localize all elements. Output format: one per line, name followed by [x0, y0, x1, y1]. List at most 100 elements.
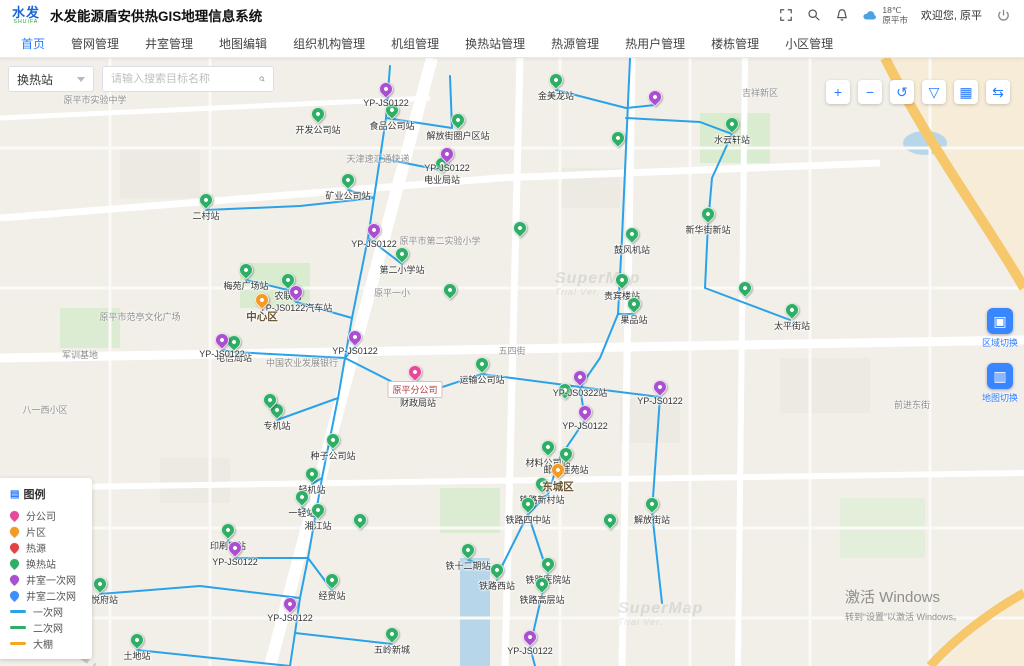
legend-label: 一次网 [33, 604, 63, 619]
marker-label: 解放街圈户区站 [426, 129, 489, 142]
legend-pin-icon [8, 509, 21, 522]
legend-item-热源[interactable]: 热源 [10, 539, 82, 555]
marker-label: 原平分公司 [387, 381, 442, 398]
marker-label: YP-JS0122 [199, 349, 245, 359]
legend-items: 分公司片区热源换热站井室一次网井室二次网一次网二次网大棚 [10, 507, 82, 651]
legend-item-井室二次网[interactable]: 井室二次网 [10, 587, 82, 603]
welcome-text: 欢迎您, 原平 [921, 7, 982, 23]
nav-tabs: 首页管网管理井室管理地图编辑组织机构管理机组管理换热站管理热源管理热用户管理楼栋… [0, 30, 1024, 58]
marker-label: YP-JS0122 [507, 646, 553, 656]
tab-首页[interactable]: 首页 [8, 30, 58, 57]
legend-line-icon [10, 642, 26, 645]
cloud-icon [862, 9, 878, 21]
map-switch-label: 地图切换 [982, 391, 1018, 404]
tab-楼栋管理[interactable]: 楼栋管理 [698, 30, 772, 57]
reset-view-button[interactable]: ↺ [890, 80, 914, 104]
map-canvas[interactable]: SuperMap Trial Ver. SuperMap Trial Ver. … [0, 58, 1024, 666]
legend-label: 井室一次网 [26, 572, 76, 587]
tab-井室管理[interactable]: 井室管理 [132, 30, 206, 57]
legend-pin-icon [8, 573, 21, 586]
pipe-network-layer [0, 58, 1024, 666]
marker-label: 经贸站 [318, 589, 345, 602]
layers-button[interactable]: ▦ [954, 80, 978, 104]
tab-机组管理[interactable]: 机组管理 [378, 30, 452, 57]
legend-label: 热源 [26, 540, 46, 555]
map-controls: +−↺ ▽ ▦ ⇆ [826, 80, 1010, 104]
marker-label: 铁十二期站 [445, 559, 490, 572]
marker-label: 二村站 [192, 209, 219, 222]
legend-label: 大棚 [33, 636, 53, 651]
fullscreen-icon[interactable] [778, 8, 793, 23]
app-header: 水发 SHUIFA 水发能源盾安供热GIS地理信息系统 18℃ 原平市 欢迎您,… [0, 0, 1024, 30]
marker-label: 水云轩站 [714, 133, 750, 146]
logout-icon[interactable] [995, 7, 1012, 24]
marker-label: YP-JS0122 [332, 346, 378, 356]
marker-label: 铁路西站 [479, 579, 515, 592]
marker-label: YP-JS0322站 [553, 386, 608, 399]
legend-pin-icon [8, 541, 21, 554]
tab-热用户管理[interactable]: 热用户管理 [612, 30, 698, 57]
marker-label: 种子公司站 [310, 449, 355, 462]
tab-小区管理[interactable]: 小区管理 [772, 30, 846, 57]
marker-label: 电业局站 [424, 173, 460, 186]
legend-item-大棚[interactable]: 大棚 [10, 635, 82, 651]
area-switch-icon: ▣ [987, 308, 1013, 334]
shuifa-logo: 水发 SHUIFA [12, 6, 40, 25]
tab-热源管理[interactable]: 热源管理 [538, 30, 612, 57]
legend-item-二次网[interactable]: 二次网 [10, 619, 82, 635]
marker-label: 土地站 [123, 649, 150, 662]
measure-button[interactable]: ⇆ [986, 80, 1010, 104]
marker-label: 铁路高层站 [519, 593, 564, 606]
search-icon[interactable] [259, 73, 265, 85]
tab-换热站管理[interactable]: 换热站管理 [452, 30, 538, 57]
page-title: 水发能源盾安供热GIS地理信息系统 [50, 5, 262, 25]
marker-label: 梅苑广场站 [223, 279, 268, 292]
zoom-in-button[interactable]: + [826, 80, 850, 104]
marker-label: 东城区 [542, 479, 574, 494]
legend-panel: ▤ 图例 分公司片区热源换热站井室一次网井室二次网一次网二次网大棚 [0, 478, 92, 659]
marker-label: 中心区 [246, 309, 278, 324]
map-switch-button[interactable]: ▥ 地图切换 [982, 363, 1018, 404]
marker-label: 鼓风机站 [614, 243, 650, 256]
map-toolbar: 换热站 [8, 66, 274, 92]
marker-label: YP-JS0122 [424, 163, 470, 173]
legend-label: 分公司 [26, 508, 56, 523]
marker-label: YP-JS0122 [637, 396, 683, 406]
marker-label: 解放街站 [634, 513, 670, 526]
search-icon[interactable] [806, 8, 821, 23]
temperature: 18℃ [882, 5, 908, 15]
legend-item-分公司[interactable]: 分公司 [10, 507, 82, 523]
tab-组织机构管理[interactable]: 组织机构管理 [280, 30, 378, 57]
zoom-out-button[interactable]: − [858, 80, 882, 104]
legend-item-井室一次网[interactable]: 井室一次网 [10, 571, 82, 587]
map-search-box [102, 66, 274, 92]
layer-type-value: 换热站 [17, 71, 53, 88]
legend-icon: ▤ [10, 489, 19, 500]
chevron-down-icon [77, 77, 85, 82]
marker-label: 金美龙站 [538, 89, 574, 102]
map-switch-icon: ▥ [987, 363, 1013, 389]
logo-subtext: SHUIFA [14, 19, 39, 24]
marker-label: YP-JS0122 [562, 421, 608, 431]
filter-button[interactable]: ▽ [922, 80, 946, 104]
tab-管网管理[interactable]: 管网管理 [58, 30, 132, 57]
bell-icon[interactable] [834, 8, 849, 23]
marker-label: YP-JS0122 [267, 613, 313, 623]
logo-text: 水发 [12, 6, 40, 19]
layer-type-select[interactable]: 换热站 [8, 66, 94, 92]
marker-label: 专机站 [263, 419, 290, 432]
legend-item-换热站[interactable]: 换热站 [10, 555, 82, 571]
marker-label: YP-JS0122 [363, 98, 409, 108]
legend-item-片区[interactable]: 片区 [10, 523, 82, 539]
marker-label: 新华街新站 [685, 223, 730, 236]
legend-pin-icon [8, 525, 21, 538]
tab-地图编辑[interactable]: 地图编辑 [206, 30, 280, 57]
marker-label: 运输公司站 [459, 373, 504, 386]
area-switch-button[interactable]: ▣区域切换 [982, 308, 1018, 349]
legend-label: 片区 [26, 524, 46, 539]
legend-item-一次网[interactable]: 一次网 [10, 603, 82, 619]
map-search-input[interactable] [111, 73, 253, 85]
marker-label: 五岭新城 [374, 643, 410, 656]
legend-line-icon [10, 610, 26, 613]
marker-label: 果品站 [620, 313, 647, 326]
